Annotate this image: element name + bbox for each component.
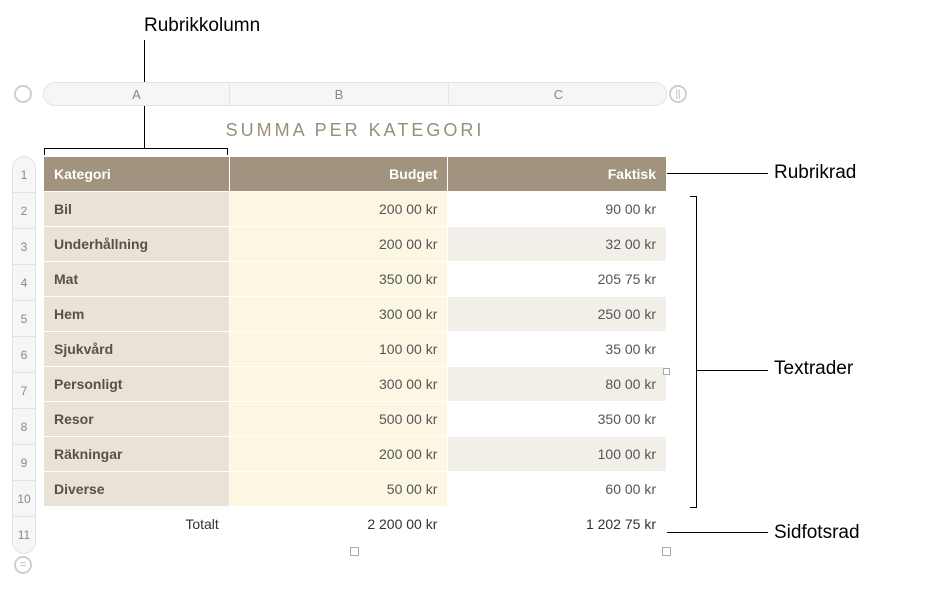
budget-cell[interactable]: 200 00 kr xyxy=(229,227,448,262)
bracket-body-rows xyxy=(696,196,697,508)
row-header-6[interactable]: 6 xyxy=(13,337,35,373)
actual-cell[interactable]: 250 00 kr xyxy=(448,297,667,332)
budget-cell[interactable]: 350 00 kr xyxy=(229,262,448,297)
bracket-header-column xyxy=(44,148,228,149)
add-column-icon: || xyxy=(675,89,681,100)
budget-cell[interactable]: 200 00 kr xyxy=(229,437,448,472)
category-cell[interactable]: Bil xyxy=(44,192,230,227)
actual-cell[interactable]: 100 00 kr xyxy=(448,437,667,472)
actual-cell[interactable]: 35 00 kr xyxy=(448,332,667,367)
resize-handle-bottom[interactable] xyxy=(350,547,359,556)
footer-label-cell[interactable]: Totalt xyxy=(44,507,230,542)
category-cell[interactable]: Mat xyxy=(44,262,230,297)
resize-handle-right[interactable] xyxy=(663,368,670,375)
table-row: Underhållning 200 00 kr 32 00 kr xyxy=(44,227,667,262)
actual-cell[interactable]: 350 00 kr xyxy=(448,402,667,437)
row-header-7[interactable]: 7 xyxy=(13,373,35,409)
row-header-8[interactable]: 8 xyxy=(13,409,35,445)
budget-cell[interactable]: 300 00 kr xyxy=(229,297,448,332)
table-row: Sjukvård 100 00 kr 35 00 kr xyxy=(44,332,667,367)
category-cell[interactable]: Resor xyxy=(44,402,230,437)
table-corner-handle[interactable] xyxy=(14,85,32,103)
resize-handle-corner[interactable] xyxy=(662,547,671,556)
category-cell[interactable]: Underhållning xyxy=(44,227,230,262)
table-row: Mat 350 00 kr 205 75 kr xyxy=(44,262,667,297)
header-row: Kategori Budget Faktisk xyxy=(44,157,667,192)
category-cell[interactable]: Sjukvård xyxy=(44,332,230,367)
category-cell[interactable]: Räkningar xyxy=(44,437,230,472)
row-header-4[interactable]: 4 xyxy=(13,265,35,301)
header-cell-category[interactable]: Kategori xyxy=(44,157,230,192)
budget-cell[interactable]: 200 00 kr xyxy=(229,192,448,227)
row-header-10[interactable]: 10 xyxy=(13,481,35,517)
actual-cell[interactable]: 90 00 kr xyxy=(448,192,667,227)
add-column-handle[interactable]: || xyxy=(669,85,687,103)
budget-cell[interactable]: 500 00 kr xyxy=(229,402,448,437)
footer-row: Totalt 2 200 00 kr 1 202 75 kr xyxy=(44,507,667,542)
table-row: Personligt 300 00 kr 80 00 kr xyxy=(44,367,667,402)
column-header-c[interactable]: C xyxy=(449,83,668,105)
actual-cell[interactable]: 80 00 kr xyxy=(448,367,667,402)
budget-cell[interactable]: 300 00 kr xyxy=(229,367,448,402)
actual-cell[interactable]: 205 75 kr xyxy=(448,262,667,297)
callout-line xyxy=(696,370,768,371)
actual-cell[interactable]: 32 00 kr xyxy=(448,227,667,262)
category-cell[interactable]: Hem xyxy=(44,297,230,332)
callout-footer-row: Sidfotsrad xyxy=(774,522,860,544)
table-row: Resor 500 00 kr 350 00 kr xyxy=(44,402,667,437)
table-row: Räkningar 200 00 kr 100 00 kr xyxy=(44,437,667,472)
actual-cell[interactable]: 60 00 kr xyxy=(448,472,667,507)
header-cell-budget[interactable]: Budget xyxy=(229,157,448,192)
row-header-5[interactable]: 5 xyxy=(13,301,35,337)
row-header-2[interactable]: 2 xyxy=(13,193,35,229)
row-header-11[interactable]: 11 xyxy=(13,517,35,553)
add-row-handle[interactable]: = xyxy=(14,556,32,574)
column-header-a[interactable]: A xyxy=(44,83,230,105)
callout-line xyxy=(663,173,768,174)
row-header-9[interactable]: 9 xyxy=(13,445,35,481)
row-header-1[interactable]: 1 xyxy=(13,157,35,193)
header-cell-actual[interactable]: Faktisk xyxy=(448,157,667,192)
table-row: Hem 300 00 kr 250 00 kr xyxy=(44,297,667,332)
footer-budget-cell[interactable]: 2 200 00 kr xyxy=(229,507,448,542)
footer-actual-cell[interactable]: 1 202 75 kr xyxy=(448,507,667,542)
table-title[interactable]: SUMMA PER KATEGORI xyxy=(43,120,667,141)
table-row: Bil 200 00 kr 90 00 kr xyxy=(44,192,667,227)
callout-header-column: Rubrikkolumn xyxy=(144,15,260,37)
category-cell[interactable]: Diverse xyxy=(44,472,230,507)
add-row-icon: = xyxy=(20,559,26,571)
budget-cell[interactable]: 100 00 kr xyxy=(229,332,448,367)
row-header-3[interactable]: 3 xyxy=(13,229,35,265)
category-cell[interactable]: Personligt xyxy=(44,367,230,402)
data-table: Kategori Budget Faktisk Bil 200 00 kr 90… xyxy=(43,156,667,542)
table-row: Diverse 50 00 kr 60 00 kr xyxy=(44,472,667,507)
callout-line xyxy=(663,532,768,533)
callout-header-row: Rubrikrad xyxy=(774,162,856,184)
budget-cell[interactable]: 50 00 kr xyxy=(229,472,448,507)
column-headers-bar: A B C xyxy=(43,82,667,106)
callout-body-rows: Textrader xyxy=(774,358,853,380)
column-header-b[interactable]: B xyxy=(230,83,449,105)
row-headers-bar: 1 2 3 4 5 6 7 8 9 10 11 xyxy=(12,156,36,554)
